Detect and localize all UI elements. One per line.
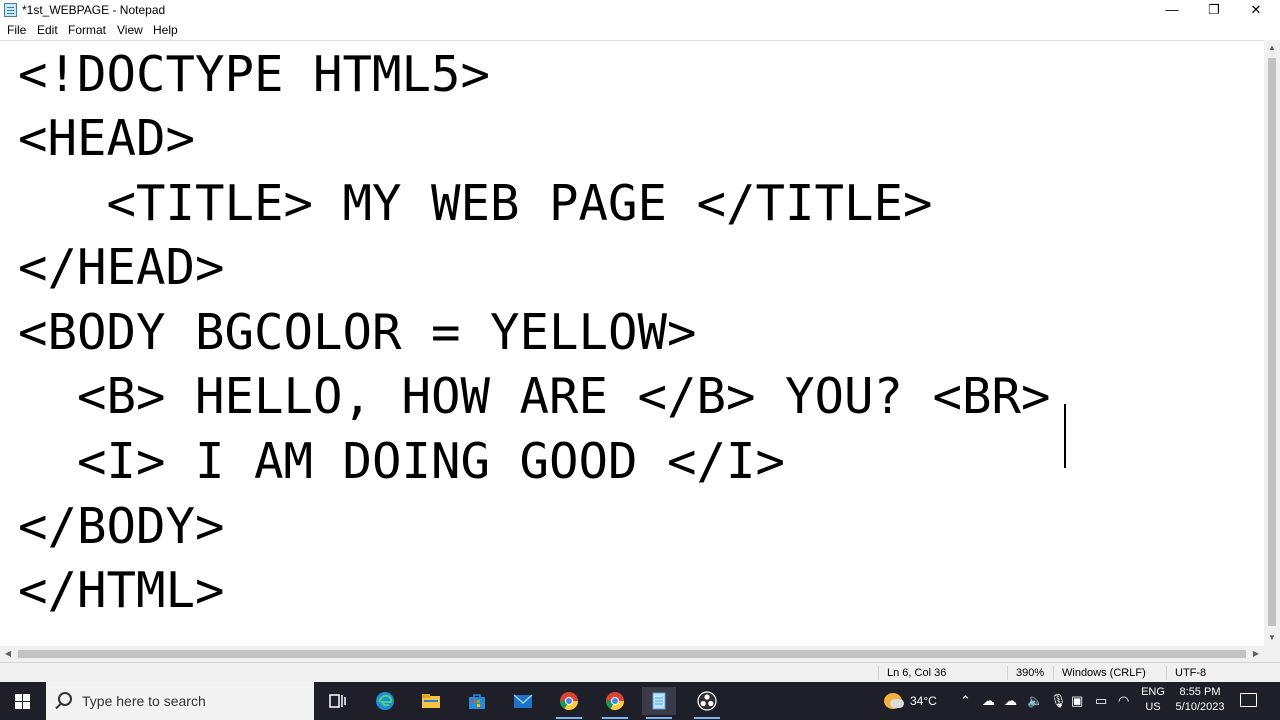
chevron-up-icon[interactable]: ⌃ <box>960 693 971 709</box>
minimize-button[interactable]: — <box>1150 0 1194 21</box>
notepad-app-icon <box>4 3 17 17</box>
notepad-icon[interactable] <box>642 687 676 719</box>
editor-line: <I> I AM DOING GOOD </I> <box>18 433 786 490</box>
close-button[interactable]: ✕ <box>1234 0 1278 21</box>
editor-line: <HEAD> <box>18 110 196 167</box>
language-code: ENG <box>1141 686 1165 698</box>
scroll-right-icon[interactable]: ▶ <box>1248 646 1264 662</box>
clock-time: 8:55 PM <box>1179 686 1221 698</box>
menu-help[interactable]: Help <box>153 23 178 38</box>
menu-file[interactable]: File <box>7 23 26 38</box>
window-title: *1st_WEBPAGE - Notepad <box>22 3 166 17</box>
text-editor[interactable]: <!DOCTYPE HTML5> <HEAD> <TITLE> MY WEB P… <box>0 40 1264 646</box>
encoding: UTF-8 <box>1166 666 1280 680</box>
weather-icon[interactable] <box>884 693 904 709</box>
editor-line: <B> HELLO, HOW ARE </B> YOU? <BR> <box>18 368 1051 425</box>
scroll-down-icon[interactable]: ▼ <box>1264 630 1280 646</box>
vertical-scroll-thumb[interactable] <box>1268 58 1276 626</box>
taskbar: Type here to search 34°C ⌃ ☁ ☁ 🔈 🎙 ▣ ▭ ◠… <box>0 682 1280 720</box>
start-button[interactable] <box>0 682 46 720</box>
scroll-left-icon[interactable]: ◀ <box>0 646 16 662</box>
zoom-level: 390% <box>1007 666 1053 680</box>
editor-line: <BODY BGCOLOR = YELLOW> <box>18 304 697 361</box>
status-bar: Ln 6, Col 36 390% Windows (CRLF) UTF-8 <box>0 662 1280 682</box>
onedrive-icon[interactable]: ☁ <box>1004 693 1017 709</box>
volume-icon[interactable]: 🔈 <box>1027 693 1043 709</box>
microphone-icon[interactable]: 🎙 <box>1050 693 1067 709</box>
horizontal-scrollbar[interactable]: ◀ ▶ <box>0 646 1264 662</box>
title-bar: *1st_WEBPAGE - Notepad — ❐ ✕ <box>0 0 1280 21</box>
region-code: US <box>1145 701 1161 713</box>
text-caret <box>1064 404 1066 468</box>
editor-line: <!DOCTYPE HTML5> <box>18 46 491 103</box>
menu-format[interactable]: Format <box>68 23 106 38</box>
battery-icon[interactable]: ▭ <box>1095 693 1107 709</box>
editor-line: </HTML> <box>18 562 225 619</box>
microsoft-store-icon[interactable] <box>460 687 494 715</box>
taskbar-clock[interactable]: 8:55 PM 5/10/2023 <box>1171 685 1229 715</box>
horizontal-scroll-thumb[interactable] <box>18 650 1246 658</box>
chrome-icon[interactable] <box>552 687 586 719</box>
mail-icon[interactable] <box>506 687 540 715</box>
editor-line: </BODY> <box>18 498 225 555</box>
chrome-alt-icon[interactable] <box>598 687 632 719</box>
clock-date: 5/10/2023 <box>1175 701 1225 713</box>
search-placeholder: Type here to search <box>82 693 206 709</box>
meet-now-icon[interactable]: ▣ <box>1071 693 1083 709</box>
menu-bar: File Edit Format View Help <box>0 21 1280 40</box>
windows-logo-icon <box>15 694 30 709</box>
cursor-position: Ln 6, Col 36 <box>878 666 1008 680</box>
editor-line: </HEAD> <box>18 239 225 296</box>
weather-temperature[interactable]: 34°C <box>910 682 937 720</box>
task-view-icon[interactable] <box>320 687 354 715</box>
file-explorer-icon[interactable] <box>414 687 448 715</box>
search-icon <box>58 692 72 706</box>
onedrive-icon[interactable]: ☁ <box>982 693 995 709</box>
scroll-up-icon[interactable]: ▲ <box>1264 40 1280 56</box>
taskbar-search-box[interactable]: Type here to search <box>46 682 314 720</box>
language-indicator[interactable]: ENG US <box>1141 685 1165 715</box>
editor-line: <TITLE> MY WEB PAGE </TITLE> <box>18 175 933 232</box>
restore-button[interactable]: ❐ <box>1192 0 1236 21</box>
scrollbar-corner <box>1264 646 1280 662</box>
edge-icon[interactable] <box>368 687 402 715</box>
vertical-scrollbar[interactable]: ▲ ▼ <box>1264 40 1280 646</box>
notifications-icon[interactable] <box>1240 693 1257 707</box>
obs-icon[interactable] <box>690 687 724 719</box>
menu-edit[interactable]: Edit <box>37 23 58 38</box>
line-ending: Windows (CRLF) <box>1053 666 1166 680</box>
wifi-icon[interactable]: ◠ <box>1118 693 1129 709</box>
menu-view[interactable]: View <box>117 23 143 38</box>
